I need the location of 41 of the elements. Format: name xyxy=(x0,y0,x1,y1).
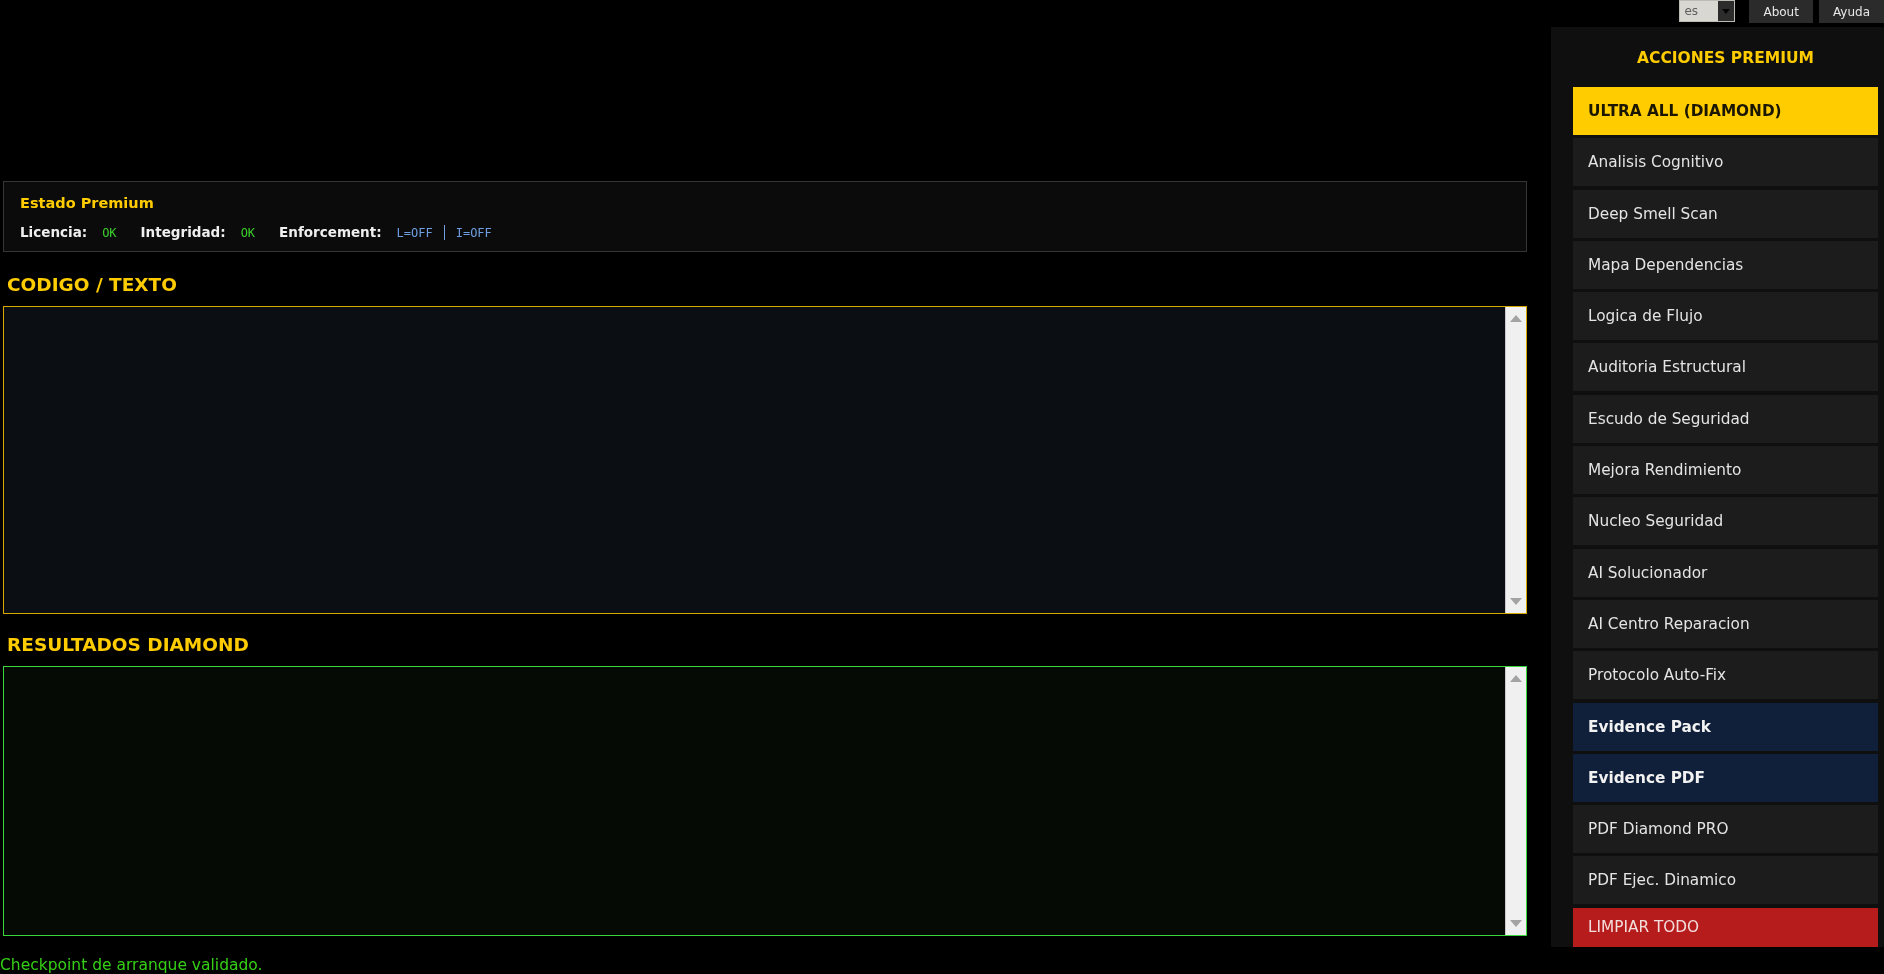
action-button[interactable]: AI Centro Reparacion xyxy=(1573,599,1878,648)
arrow-down-icon[interactable] xyxy=(1510,598,1522,605)
scrollbar[interactable] xyxy=(1505,307,1526,613)
status-value: OK xyxy=(240,224,256,241)
status-message: Checkpoint de arranque validado. xyxy=(0,956,263,974)
caret-icon[interactable] xyxy=(1718,1,1735,21)
action-button[interactable]: Mejora Rendimiento xyxy=(1573,446,1878,495)
action-button[interactable]: ULTRA ALL (DIAMOND) xyxy=(1573,87,1878,135)
language-select[interactable]: es xyxy=(1679,0,1736,22)
section-title: CODIGO / TEXTO xyxy=(7,274,177,296)
panel-title: Estado Premium xyxy=(20,194,154,212)
status-label: Integridad: xyxy=(140,224,226,241)
action-button[interactable]: AI Solucionador xyxy=(1573,548,1878,597)
status-value: I=OFF xyxy=(455,224,492,241)
action-button[interactable]: Deep Smell Scan xyxy=(1573,189,1878,238)
action-button[interactable]: Analisis Cognitivo xyxy=(1573,138,1878,187)
arrow-up-icon[interactable] xyxy=(1510,315,1522,322)
scrollbar[interactable] xyxy=(1505,667,1526,935)
action-button[interactable]: Mapa Dependencias xyxy=(1573,240,1878,289)
evidence-button[interactable]: Evidence PDF xyxy=(1573,753,1878,802)
action-button[interactable]: Protocolo Auto-Fix xyxy=(1573,651,1878,700)
action-button[interactable]: PDF Diamond PRO xyxy=(1573,805,1878,854)
arrow-up-icon[interactable] xyxy=(1510,675,1522,682)
action-button[interactable]: Logica de Flujo xyxy=(1573,292,1878,341)
sidebar-title: ACCIONES PREMIUM xyxy=(1637,49,1814,68)
action-button[interactable]: Auditoria Estructural xyxy=(1573,343,1878,392)
clear-button[interactable]: LIMPIAR TODO xyxy=(1573,907,1878,947)
toolbar-button[interactable]: About xyxy=(1749,0,1813,23)
section-title: RESULTADOS DIAMOND xyxy=(7,634,249,656)
action-button[interactable]: Escudo de Seguridad xyxy=(1573,394,1878,443)
code-input-field[interactable] xyxy=(3,306,1527,614)
status-label: Enforcement: xyxy=(279,224,382,241)
action-button[interactable]: PDF Ejec. Dinamico xyxy=(1573,856,1878,905)
arrow-down-icon[interactable] xyxy=(1510,920,1522,927)
status-value: OK xyxy=(102,224,117,241)
action-button[interactable]: Nucleo Seguridad xyxy=(1573,497,1878,546)
status-label: Licencia: xyxy=(20,224,88,241)
evidence-button[interactable]: Evidence Pack xyxy=(1573,702,1878,751)
toolbar-button[interactable]: Ayuda xyxy=(1818,0,1884,23)
status-value: L=OFF xyxy=(396,224,433,241)
results-text-area[interactable] xyxy=(3,666,1527,936)
